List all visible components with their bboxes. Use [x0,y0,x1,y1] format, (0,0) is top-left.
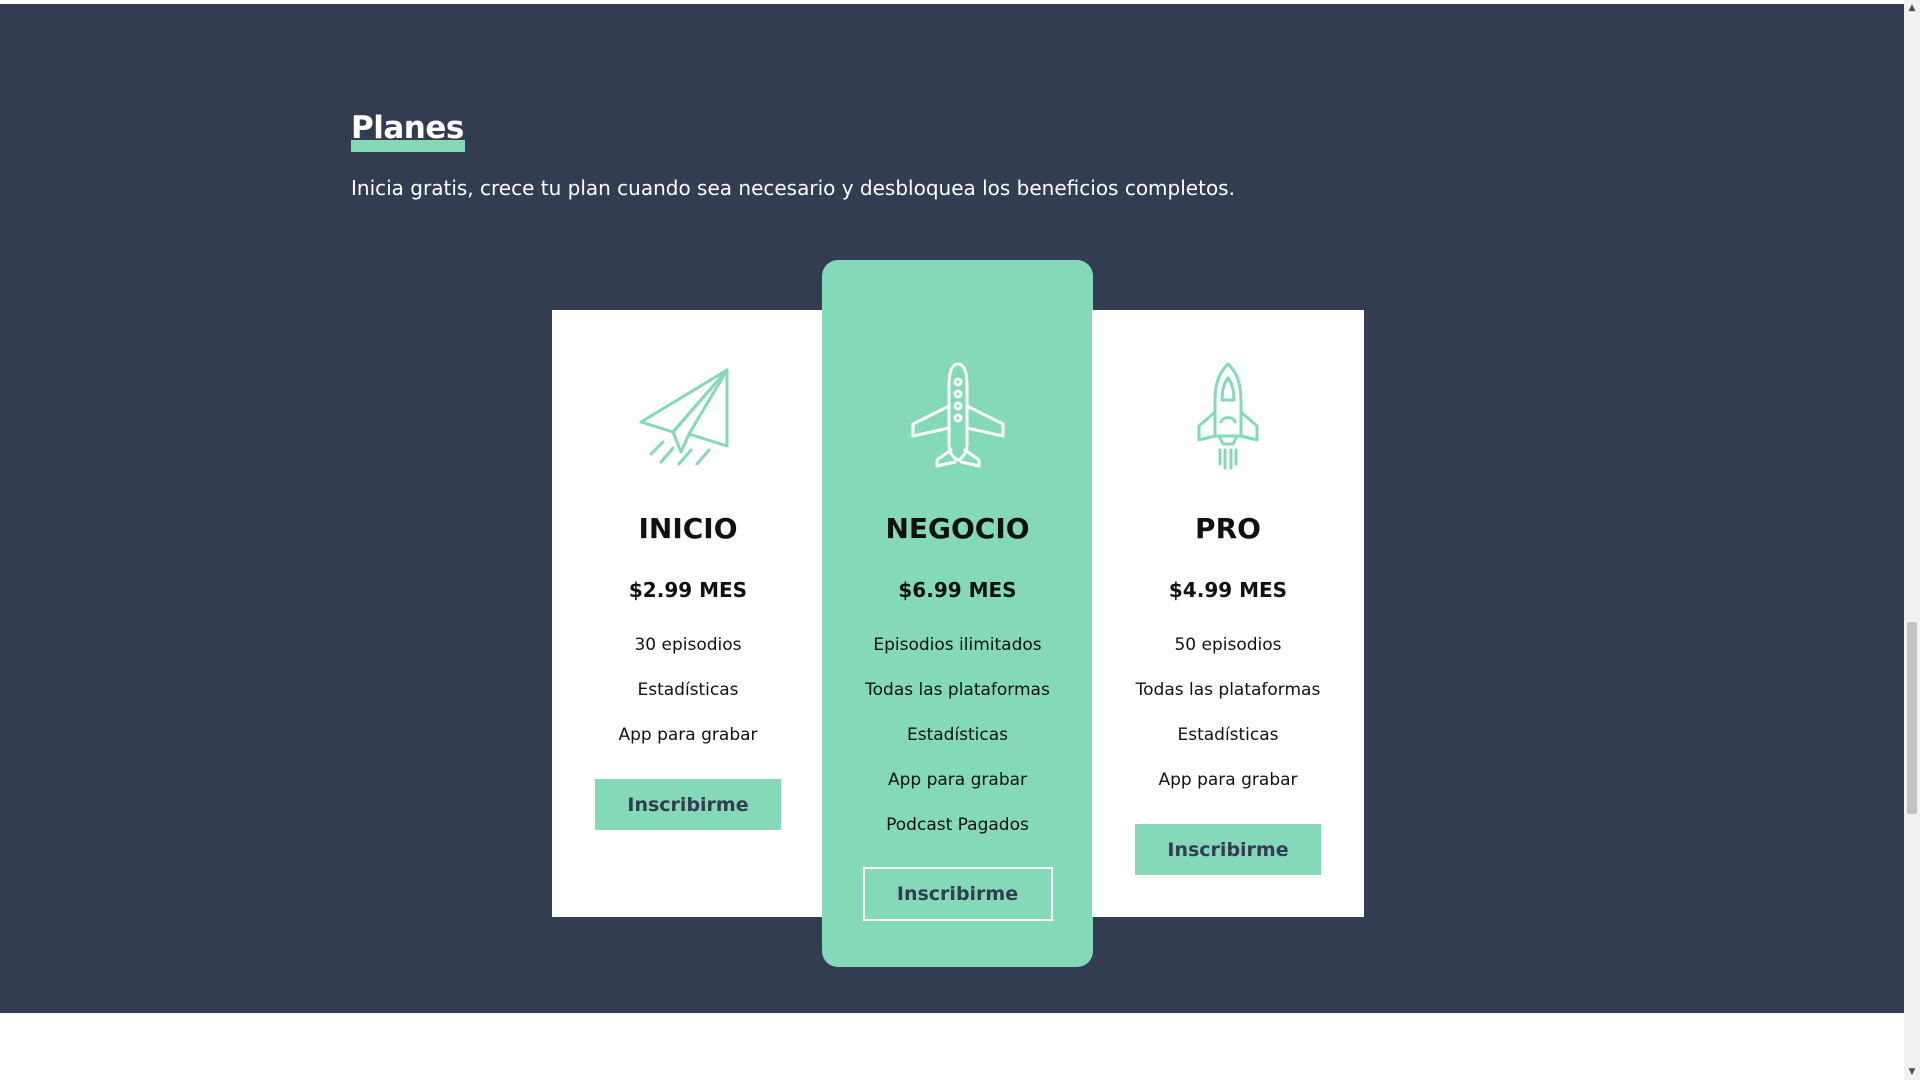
airplane-icon [911,362,1004,468]
vertical-scrollbar[interactable]: ▲ ▼ [1904,0,1920,1080]
feature-item: App para grabar [887,770,1028,790]
plan-price: $6.99 MES [898,578,1017,602]
feature-item: Todas las plataformas [865,680,1050,700]
section-subtitle: Inicia gratis, crece tu plan cuando sea … [351,176,1235,200]
plan-card-inicio: INICIO $2.99 MES 30 episodios Estadístic… [552,310,824,917]
plan-name: PRO [1195,512,1261,545]
paper-plane-icon [639,368,729,466]
plan-card-pro: PRO $4.99 MES 50 episodios Todas las pla… [1092,310,1364,917]
plans-section: Planes Inicia gratis, crece tu plan cuan… [0,4,1904,1013]
plan-name: INICIO [638,512,738,545]
feature-list: Episodios ilimitados Todas las plataform… [822,632,1093,857]
scrollbar-thumb[interactable] [1907,622,1917,814]
feature-item: Episodios ilimitados [873,635,1042,655]
plan-name: NEGOCIO [885,512,1030,545]
scroll-up-icon[interactable]: ▲ [1904,0,1920,16]
scroll-down-icon[interactable]: ▼ [1904,1064,1920,1080]
subscribe-button-negocio[interactable]: Inscribirme [862,867,1053,921]
feature-list: 30 episodios Estadísticas App para graba… [552,632,824,767]
section-title-wrap: Planes [351,108,465,152]
feature-item: Todas las plataformas [1135,680,1321,700]
feature-item: 30 episodios [634,635,742,655]
feature-item: App para grabar [1158,770,1298,790]
space-shuttle-icon [1197,362,1259,470]
subscribe-button-pro[interactable]: Inscribirme [1135,824,1321,875]
feature-item: Podcast Pagados [886,815,1029,835]
feature-list: 50 episodios Todas las plataformas Estad… [1092,632,1364,812]
subscribe-button-inicio[interactable]: Inscribirme [595,779,781,830]
plan-card-negocio: NEGOCIO $6.99 MES Episodios ilimitados T… [822,260,1093,967]
plan-price: $2.99 MES [628,578,748,602]
section-title: Planes [351,110,464,146]
feature-item: Estadísticas [906,725,1009,745]
feature-item: 50 episodios [1174,635,1282,655]
feature-item: App para grabar [618,725,758,745]
plan-price: $4.99 MES [1168,578,1288,602]
feature-item: Estadísticas [637,680,739,700]
feature-item: Estadísticas [1177,725,1279,745]
